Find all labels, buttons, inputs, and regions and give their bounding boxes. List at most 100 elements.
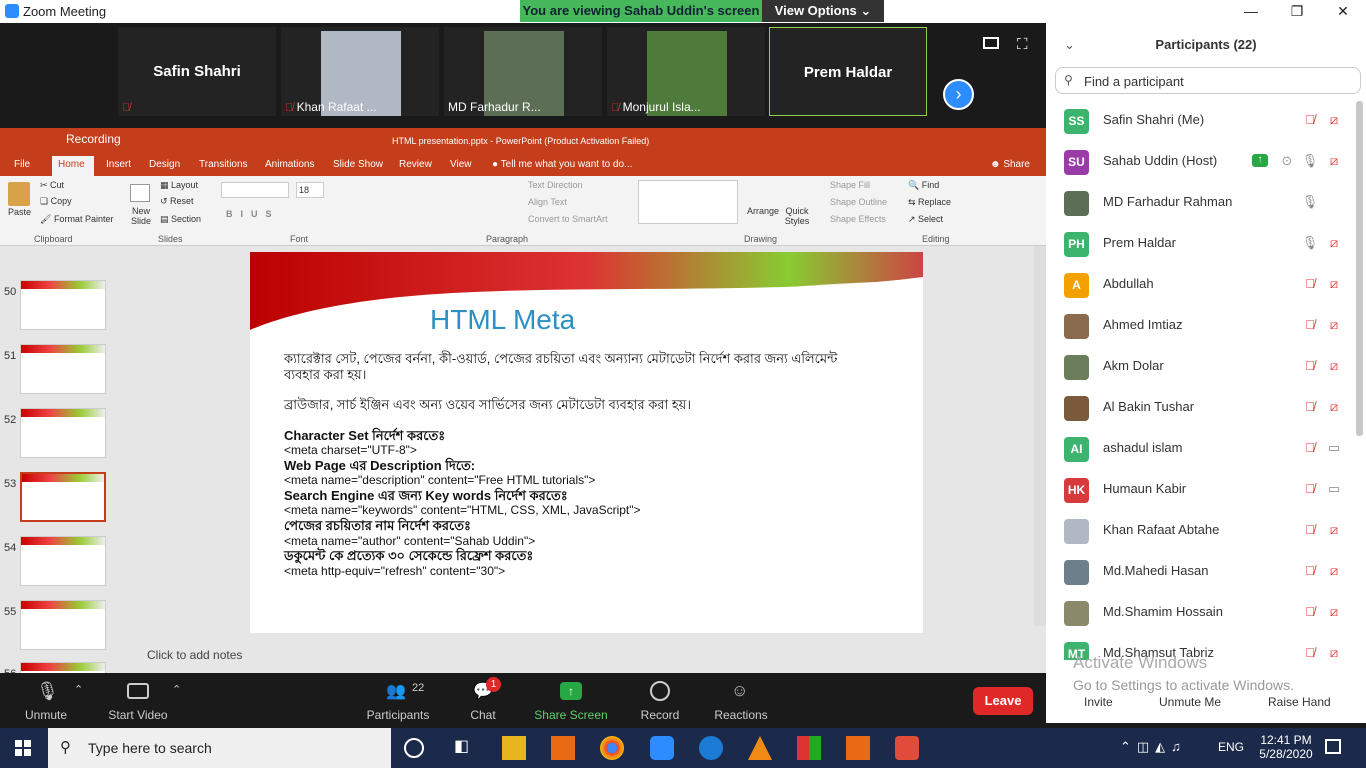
reactions-button[interactable]: ☺ Reactions xyxy=(712,673,770,728)
participant-row[interactable]: HK Humaun Kabir 🎙̸ ▭ xyxy=(1046,469,1356,510)
align-text-button[interactable]: Align Text xyxy=(528,197,567,207)
raise-hand-button[interactable]: Raise Hand xyxy=(1268,695,1331,709)
cut-button[interactable]: ✂ Cut xyxy=(40,180,64,191)
convert-smartart-button[interactable]: Convert to SmartArt xyxy=(528,214,608,224)
participant-list-scrollbar[interactable] xyxy=(1356,101,1363,436)
reset-button[interactable]: ↺ Reset xyxy=(160,196,194,207)
vlc-icon[interactable] xyxy=(748,736,772,760)
video-tile-safin[interactable]: Safin Shahri 🎙̸ xyxy=(118,27,276,116)
leave-button[interactable]: Leave xyxy=(973,687,1033,715)
task-view-icon[interactable]: ◧ xyxy=(454,736,478,760)
tab-slide-show[interactable]: Slide Show xyxy=(333,159,383,170)
participant-row[interactable]: AI ashadul islam 🎙̸ ▭ xyxy=(1046,428,1356,469)
slide-thumbnail[interactable] xyxy=(20,472,106,522)
section-button[interactable]: ▤ Section xyxy=(160,214,201,225)
video-tile-monjurul[interactable]: 🎙̸ Monjurul Isla... xyxy=(607,27,765,116)
system-tray-icons[interactable]: ⌃◫◭♫ xyxy=(1120,739,1187,755)
fullscreen-icon[interactable]: ⛶ xyxy=(1017,36,1028,53)
select-button[interactable]: ↗ Select xyxy=(908,214,943,225)
sublime-text-icon[interactable] xyxy=(551,736,575,760)
tab-animations[interactable]: Animations xyxy=(265,159,314,170)
tab-transitions[interactable]: Transitions xyxy=(199,159,248,170)
font-size-box[interactable]: 18 xyxy=(296,182,324,198)
start-windows-icon[interactable] xyxy=(15,740,31,756)
shape-fill-button[interactable]: Shape Fill xyxy=(830,180,870,190)
chrome-icon[interactable] xyxy=(600,736,624,760)
new-slide-label[interactable]: New Slide xyxy=(128,206,154,226)
zoom-taskbar-icon[interactable] xyxy=(650,736,674,760)
notification-icon[interactable] xyxy=(1325,739,1341,754)
shape-effects-button[interactable]: Shape Effects xyxy=(830,214,886,224)
slide-thumbnail[interactable] xyxy=(20,344,106,394)
slide-thumbnail[interactable] xyxy=(20,280,106,330)
clock[interactable]: 12:41 PM 5/28/2020 xyxy=(1256,733,1316,761)
unmute-me-button[interactable]: Unmute Me xyxy=(1159,695,1221,709)
font-style-buttons[interactable]: BIUS xyxy=(226,209,280,219)
video-tile-khan[interactable]: 🎙̸ Khan Rafaat ... xyxy=(281,27,439,116)
edge-icon[interactable] xyxy=(699,736,723,760)
minimize-button[interactable]: — xyxy=(1228,0,1274,23)
view-options-button[interactable]: View Options ⌄ xyxy=(762,0,884,22)
share-screen-button[interactable]: ↑ Share Screen xyxy=(534,673,608,728)
file-explorer-icon[interactable] xyxy=(502,736,526,760)
participant-search[interactable]: ⚲ Find a participant xyxy=(1055,67,1361,94)
slide-scrollbar[interactable] xyxy=(1034,246,1046,626)
cortana-icon[interactable] xyxy=(404,738,424,758)
participant-row[interactable]: SU Sahab Uddin (Host) ↑ ⊙ 🎙 ⧄ xyxy=(1046,141,1356,182)
participant-row[interactable]: Md.Shamim Hossain 🎙̸ ⧄ xyxy=(1046,592,1356,633)
start-video-button[interactable]: Start Video xyxy=(105,673,171,728)
font-name-box[interactable] xyxy=(221,182,289,198)
gallery-view-icon[interactable] xyxy=(983,37,999,49)
quick-styles-button[interactable]: Quick Styles xyxy=(782,206,812,226)
chat-button[interactable]: 💬 1 Chat xyxy=(462,673,504,728)
new-slide-icon[interactable] xyxy=(130,184,150,202)
participants-button[interactable]: 👥 22 Participants xyxy=(364,673,432,728)
invite-button[interactable]: Invite xyxy=(1084,695,1113,709)
slide-canvas[interactable]: HTML Meta ক্যারেক্টার সেট, পেজের বর্ননা,… xyxy=(250,252,923,633)
tab-review[interactable]: Review xyxy=(399,159,432,170)
shape-outline-button[interactable]: Shape Outline xyxy=(830,197,887,207)
record-button[interactable]: Record xyxy=(638,673,682,728)
replace-button[interactable]: ⇆ Replace xyxy=(908,197,951,208)
format-painter-button[interactable]: 🖌 Format Painter xyxy=(40,214,113,225)
slide-thumbnail[interactable] xyxy=(20,408,106,458)
audio-options-chevron-icon[interactable]: ⌃ xyxy=(74,683,83,696)
participant-row[interactable]: Akm Dolar 🎙̸ ⧄ xyxy=(1046,346,1356,387)
text-direction-button[interactable]: Text Direction xyxy=(528,180,583,190)
language-indicator[interactable]: ENG xyxy=(1218,740,1244,754)
participant-row[interactable]: Ahmed Imtiaz 🎙̸ ⧄ xyxy=(1046,305,1356,346)
app-red-icon[interactable] xyxy=(895,736,919,760)
tab-insert[interactable]: Insert xyxy=(106,159,131,170)
find-button[interactable]: 🔍 Find xyxy=(908,180,939,191)
slide-thumbnail[interactable] xyxy=(20,536,106,586)
layout-button[interactable]: ▦ Layout xyxy=(160,180,198,191)
xampp-icon[interactable] xyxy=(846,736,870,760)
participant-row[interactable]: SS Safin Shahri (Me) 🎙̸ ⧄ xyxy=(1046,100,1356,141)
app-icon[interactable] xyxy=(797,736,821,760)
share-button[interactable]: ☻ Share xyxy=(990,159,1030,170)
tab-design[interactable]: Design xyxy=(149,159,180,170)
video-tile-prem[interactable]: Prem Haldar xyxy=(769,27,927,116)
tab-file[interactable]: File xyxy=(14,159,30,170)
close-button[interactable]: ✕ xyxy=(1320,0,1366,23)
tab-view[interactable]: View xyxy=(450,159,472,170)
gallery-next-arrow-icon[interactable]: › xyxy=(943,79,974,110)
taskbar-search[interactable]: ⚲ Type here to search xyxy=(48,728,391,768)
video-tile-farhadur[interactable]: MD Farhadur R... xyxy=(444,27,602,116)
participant-row[interactable]: PH Prem Haldar 🎙 ⧄ xyxy=(1046,223,1356,264)
shapes-gallery[interactable] xyxy=(638,180,738,224)
restore-button[interactable]: ❐ xyxy=(1274,0,1320,23)
copy-button[interactable]: ❏ Copy xyxy=(40,196,72,207)
paste-label[interactable]: Paste xyxy=(8,207,31,217)
arrange-button[interactable]: Arrange xyxy=(747,206,779,216)
participant-row[interactable]: MD Farhadur Rahman 🎙 xyxy=(1046,182,1356,223)
participant-row[interactable]: Al Bakin Tushar 🎙̸ ⧄ xyxy=(1046,387,1356,428)
slide-thumbnail[interactable] xyxy=(20,600,106,650)
notes-placeholder[interactable]: Click to add notes xyxy=(147,648,242,662)
participant-row[interactable]: Khan Rafaat Abtahe 🎙̸ ⧄ xyxy=(1046,510,1356,551)
tell-me-box[interactable]: ● Tell me what you want to do... xyxy=(492,159,632,170)
tab-home[interactable]: Home xyxy=(58,159,85,170)
video-options-chevron-icon[interactable]: ⌃ xyxy=(172,683,181,696)
participant-row[interactable]: Md.Mahedi Hasan 🎙̸ ⧄ xyxy=(1046,551,1356,592)
unmute-button[interactable]: 🎙 Unmute xyxy=(20,673,72,728)
